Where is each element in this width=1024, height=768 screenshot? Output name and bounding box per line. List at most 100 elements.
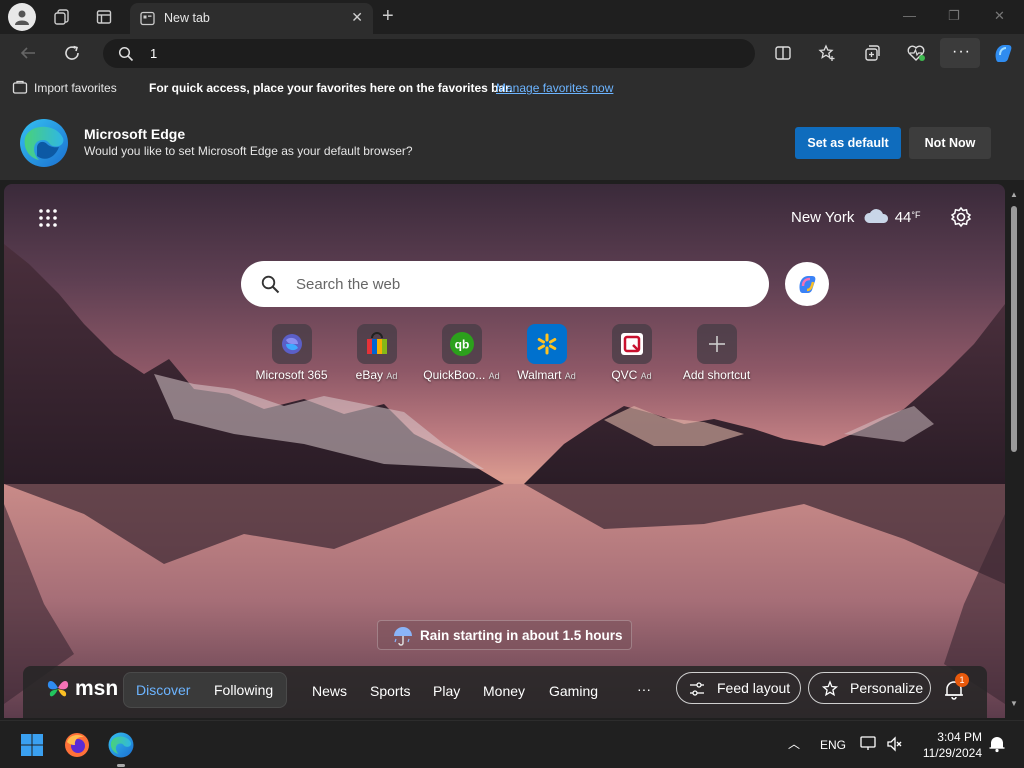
page-scrollbar[interactable]: ▲ ▼ <box>1007 184 1021 718</box>
windows-taskbar: ︿ ENG 3:04 PM 11/29/2024 <box>0 720 1024 768</box>
windows-start-icon[interactable] <box>20 733 44 762</box>
not-now-button[interactable]: Not Now <box>909 127 991 159</box>
collections-icon[interactable] <box>861 42 883 64</box>
network-icon[interactable] <box>860 735 878 758</box>
language-indicator[interactable]: ENG <box>820 738 846 752</box>
quick-link-label: Walmart <box>517 368 562 382</box>
split-screen-icon[interactable] <box>772 42 794 64</box>
volume-muted-icon[interactable] <box>886 735 904 758</box>
nav-gaming[interactable]: Gaming <box>549 683 598 699</box>
weather-unit: °F <box>911 210 921 220</box>
tab-title: New tab <box>164 11 210 25</box>
walmart-spark-icon <box>526 324 567 364</box>
apps-launcher-icon[interactable] <box>38 208 58 233</box>
system-clock[interactable]: 3:04 PM 11/29/2024 <box>912 729 982 761</box>
nav-news[interactable]: News <box>312 683 347 699</box>
nav-play[interactable]: Play <box>433 683 460 699</box>
msn-butterfly-icon <box>47 681 69 697</box>
notification-badge: 1 <box>955 673 969 687</box>
more-dots-icon: ··· <box>952 43 971 60</box>
quick-link-quickbooks[interactable]: qb QuickBoo... Ad <box>419 324 504 382</box>
rain-alert[interactable]: Rain starting in about 1.5 hours <box>377 620 632 650</box>
workspaces-button[interactable] <box>48 3 76 31</box>
browser-essentials-icon[interactable] <box>905 42 927 64</box>
msn-feed-bar: msn Discover Following News Sports Play … <box>23 666 987 718</box>
notifications-bell-icon[interactable]: 1 <box>943 673 969 706</box>
firefox-icon[interactable] <box>64 732 90 763</box>
nav-money[interactable]: Money <box>483 683 525 699</box>
notification-center-bell-icon[interactable] <box>988 735 1006 758</box>
quickbooks-icon: qb <box>441 324 482 364</box>
personalize-label: Personalize <box>850 680 924 696</box>
person-icon <box>15 10 29 25</box>
refresh-icon[interactable] <box>61 42 83 64</box>
set-as-default-button[interactable]: Set as default <box>795 127 901 159</box>
sliders-icon <box>690 682 704 696</box>
default-browser-banner: Microsoft Edge Would you like to set Mic… <box>0 104 1024 180</box>
quick-link-ebay[interactable]: eBay Ad <box>334 324 419 382</box>
active-app-indicator <box>117 764 125 767</box>
quick-link-label: Microsoft 365 <box>255 368 328 382</box>
ad-badge: Ad <box>564 371 576 381</box>
import-favorites-link[interactable]: Import favorites <box>34 81 117 95</box>
quick-link-label: QuickBoo... <box>423 368 486 382</box>
close-tab-icon[interactable]: ✕ <box>351 9 363 26</box>
quick-link-microsoft-365[interactable]: Microsoft 365 <box>249 324 334 382</box>
tray-chevron-icon[interactable]: ︿ <box>788 735 800 752</box>
plus-icon <box>696 324 737 364</box>
edge-taskbar-icon[interactable] <box>108 732 134 767</box>
edge-logo-icon <box>20 119 68 167</box>
tab-following[interactable]: Following <box>214 682 273 698</box>
favorites-star-icon[interactable] <box>816 42 838 64</box>
weather-widget[interactable]: New York 44°F <box>791 208 921 226</box>
search-icon <box>261 275 280 294</box>
quick-link-label: QVC <box>611 368 638 382</box>
svg-text:qb: qb <box>454 338 469 352</box>
quick-link-walmart[interactable]: Walmart Ad <box>504 324 589 382</box>
rain-alert-text: Rain starting in about 1.5 hours <box>420 628 623 643</box>
favorites-bar: Import favorites For quick access, place… <box>0 72 1024 104</box>
ad-badge: Ad <box>488 371 500 381</box>
banner-title: Microsoft Edge <box>84 126 186 142</box>
address-bar[interactable]: 1 <box>103 39 755 68</box>
qvc-icon <box>611 324 652 364</box>
weather-temp: 44 <box>894 209 912 226</box>
scrollbar-thumb[interactable] <box>1011 206 1017 452</box>
ad-badge: Ad <box>386 371 398 381</box>
copilot-search-button[interactable] <box>785 262 829 306</box>
nav-sports[interactable]: Sports <box>370 683 410 699</box>
feed-layout-button[interactable]: Feed layout <box>676 672 801 704</box>
toolbar: 1 ··· <box>0 34 1024 72</box>
settings-and-more-button[interactable]: ··· <box>940 38 980 68</box>
clock-time: 3:04 PM <box>937 730 982 744</box>
scroll-up-icon[interactable]: ▲ <box>1010 190 1018 199</box>
workspaces-icon <box>54 9 69 25</box>
clock-date: 11/29/2024 <box>922 746 982 760</box>
page-settings-gear-icon[interactable] <box>950 206 972 233</box>
new-tab-plus-icon[interactable]: + <box>382 5 394 28</box>
minimize-icon[interactable]: — <box>903 8 916 23</box>
copilot-icon[interactable] <box>990 40 1016 66</box>
more-nav-icon[interactable]: ··· <box>637 681 651 697</box>
personalize-button[interactable]: Personalize <box>808 672 931 704</box>
search-icon <box>118 46 134 62</box>
tab-actions-button[interactable] <box>90 3 118 31</box>
profile-avatar[interactable] <box>8 3 36 31</box>
ad-badge: Ad <box>640 371 652 381</box>
cloud-icon <box>864 209 888 223</box>
tab-discover[interactable]: Discover <box>136 682 190 698</box>
favorites-bar-message: For quick access, place your favorites h… <box>149 81 513 95</box>
quick-link-add-shortcut[interactable]: Add shortcut <box>674 324 759 382</box>
msn-logo-text: msn <box>75 677 119 700</box>
back-icon[interactable] <box>17 42 39 64</box>
tab-new-tab[interactable]: New tab ✕ <box>130 3 373 34</box>
scroll-down-icon[interactable]: ▼ <box>1010 699 1018 708</box>
restore-icon[interactable]: ❐ <box>948 8 960 24</box>
new-tab-icon <box>140 11 155 26</box>
banner-subtitle: Would you like to set Microsoft Edge as … <box>84 144 413 158</box>
web-search-box[interactable]: Search the web <box>241 261 769 307</box>
feed-layout-label: Feed layout <box>717 680 791 696</box>
quick-link-qvc[interactable]: QVC Ad <box>589 324 674 382</box>
close-window-icon[interactable]: ✕ <box>994 8 1005 24</box>
manage-favorites-link[interactable]: Manage favorites now <box>496 81 613 95</box>
